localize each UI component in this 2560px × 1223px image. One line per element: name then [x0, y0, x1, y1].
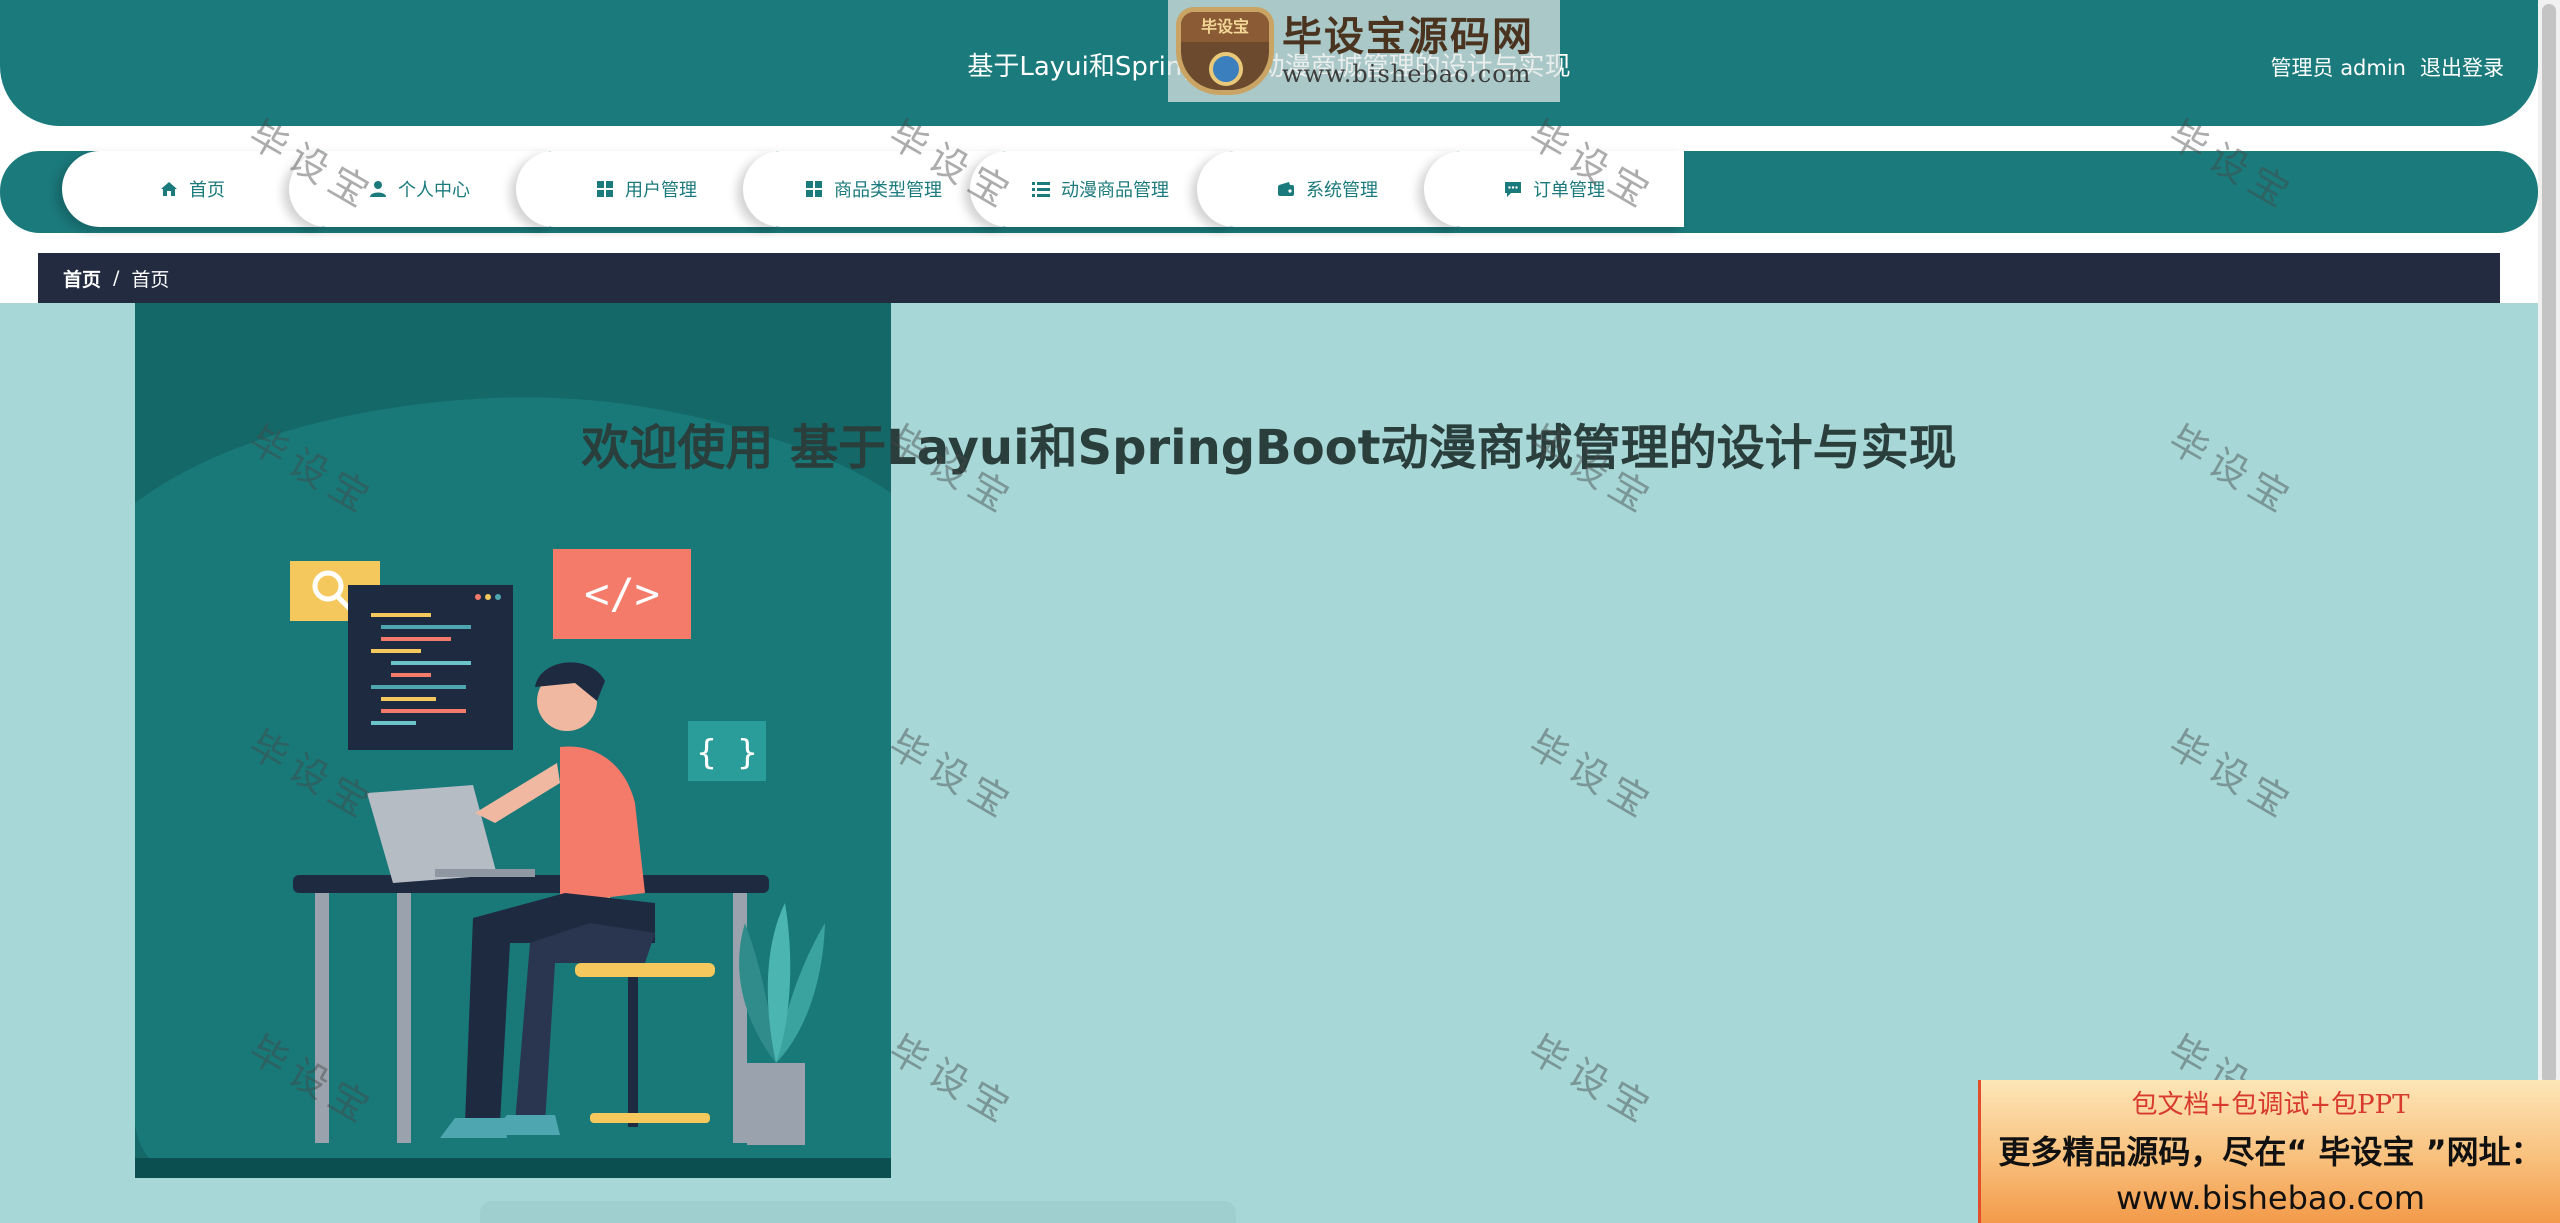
ad-line-services: 包文档+包调试+包PPT — [2131, 1090, 2410, 1120]
main-nav: 首页 个人中心 用户管理 商品类型管理 动漫商品管理 系统管理 订单管理 — [0, 151, 2538, 233]
grid-icon — [595, 179, 615, 199]
grid-icon — [804, 179, 824, 199]
logo-text: 毕设宝源码网 — [1282, 14, 1534, 60]
nav-label: 个人中心 — [398, 180, 470, 201]
chat-icon — [1503, 179, 1523, 199]
nav-label: 订单管理 — [1533, 180, 1605, 201]
nav-item-system[interactable]: 系统管理 — [1197, 151, 1457, 227]
nav-label: 商品类型管理 — [834, 180, 942, 201]
nav-item-users[interactable]: 用户管理 — [516, 151, 776, 227]
svg-text:</>: </> — [584, 569, 660, 618]
nav-item-anime-products[interactable]: 动漫商品管理 — [970, 151, 1230, 227]
user-area: 管理员 admin 退出登录 — [2271, 52, 2504, 82]
admin-label[interactable]: 管理员 admin — [2271, 52, 2406, 82]
nav-item-home[interactable]: 首页 — [62, 151, 322, 227]
welcome-heading: 欢迎使用 基于Layui和SpringBoot动漫商城管理的设计与实现 — [581, 420, 1957, 476]
page-scrollbar[interactable] — [2538, 0, 2560, 1223]
scrollbar-thumb[interactable] — [2542, 4, 2556, 1084]
nav-item-product-types[interactable]: 商品类型管理 — [743, 151, 1003, 227]
breadcrumb-home-link[interactable]: 首页 — [63, 265, 101, 292]
nav-label: 动漫商品管理 — [1061, 180, 1169, 201]
breadcrumb-separator: / — [113, 267, 120, 289]
logo-badge-icon: 毕设宝 — [1176, 7, 1274, 95]
ad-line-url: www.bishebao.com — [2115, 1179, 2426, 1217]
list-icon — [1031, 179, 1051, 199]
wallet-icon — [1276, 179, 1296, 199]
nav-item-orders[interactable]: 订单管理 — [1424, 151, 1684, 227]
logo-url: www.bishebao.com — [1282, 60, 1532, 88]
nav-label: 用户管理 — [625, 180, 697, 201]
site-logo: 毕设宝 毕设宝源码网 www.bishebao.com — [1168, 0, 1560, 102]
breadcrumb-current: 首页 — [131, 268, 170, 291]
home-icon — [159, 179, 179, 199]
nav-label: 系统管理 — [1306, 180, 1378, 201]
nav-label: 首页 — [189, 180, 225, 201]
breadcrumb: 首页 / 首页 — [38, 253, 2500, 303]
bottom-panel-edge — [480, 1201, 1236, 1223]
logout-button[interactable]: 退出登录 — [2420, 52, 2504, 82]
svg-text:{ }: { } — [696, 733, 757, 773]
user-icon — [368, 179, 388, 199]
nav-item-profile[interactable]: 个人中心 — [289, 151, 549, 227]
ad-banner[interactable]: 包文档+包调试+包PPT 更多精品源码，尽在“ 毕设宝 ”网址： www.bis… — [1978, 1080, 2560, 1223]
ad-line-promo: 更多精品源码，尽在“ 毕设宝 ”网址： — [1998, 1133, 2543, 1171]
